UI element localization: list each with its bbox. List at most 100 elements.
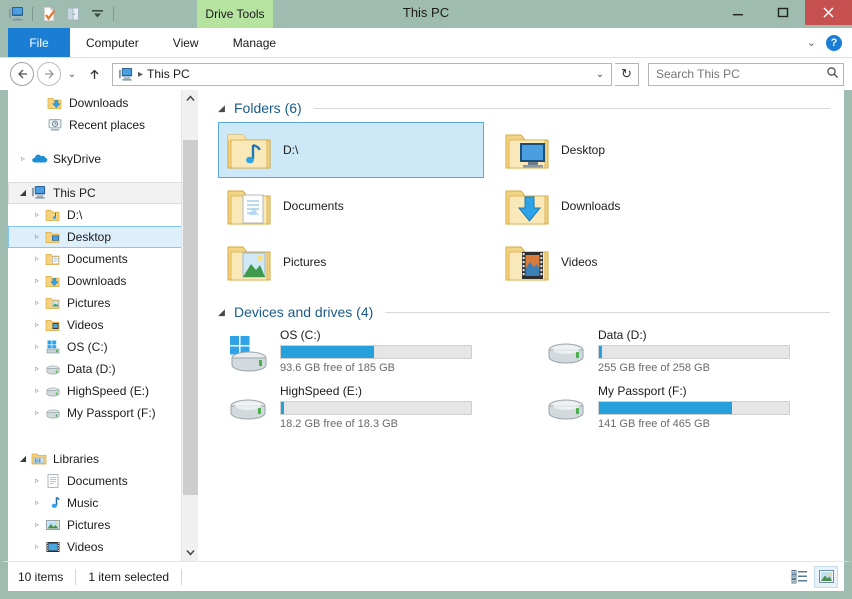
tab-file[interactable]: File <box>8 28 70 57</box>
tab-view[interactable]: View <box>155 28 217 57</box>
libraries-icon <box>31 451 47 467</box>
documents-folder-icon <box>45 251 61 267</box>
customize-qat-icon[interactable] <box>87 4 107 24</box>
tree-expander-icon[interactable]: ▹ <box>29 499 45 507</box>
search-icon[interactable] <box>826 66 839 82</box>
group-header-folders[interactable]: ◢ Folders (6) <box>218 100 844 116</box>
forward-button[interactable] <box>37 62 61 86</box>
tree-expander-icon[interactable]: ▹ <box>29 521 45 529</box>
sidebar-item-os-c[interactable]: ▹ OS (C:) <box>8 336 198 358</box>
tree-expander-icon[interactable]: ▹ <box>29 277 45 285</box>
drive-usage-fill <box>281 402 284 414</box>
folder-tile-d-drive[interactable]: D:\ <box>218 122 484 178</box>
drive-tile-highspeed-e[interactable]: HighSpeed (E:) 18.2 GB free of 18.3 GB <box>218 382 484 434</box>
sidebar-item-highspeed-e[interactable]: ▹ HighSpeed (E:) <box>8 380 198 402</box>
sidebar-scrollbar[interactable] <box>181 90 198 561</box>
sidebar-item-this-pc[interactable]: ◢ This PC <box>8 182 198 204</box>
folder-tile-desktop[interactable]: Desktop <box>496 122 762 178</box>
videos-folder-icon <box>45 317 61 333</box>
quick-access-toolbar <box>0 0 122 28</box>
tree-expander-icon[interactable]: ▹ <box>29 543 45 551</box>
tree-expander-icon[interactable]: ▹ <box>29 233 45 241</box>
help-icon[interactable]: ? <box>826 34 842 51</box>
tree-expander-icon[interactable]: ▹ <box>29 299 45 307</box>
folder-tile-downloads[interactable]: Downloads <box>496 178 762 234</box>
this-pc-icon[interactable] <box>6 4 26 24</box>
details-view-button[interactable] <box>787 566 811 588</box>
scroll-down-arrow-icon[interactable] <box>182 544 198 561</box>
sidebar-item-pictures-library[interactable]: ▹ Pictures <box>8 514 198 536</box>
tree-expander-icon[interactable]: ◢ <box>15 455 31 463</box>
tree-expander-icon[interactable]: ▹ <box>29 365 45 373</box>
sidebar-item-pictures[interactable]: ▹ Pictures <box>8 292 198 314</box>
tab-computer[interactable]: Computer <box>70 28 155 57</box>
sidebar-item-downloads[interactable]: ▹ Downloads <box>8 270 198 292</box>
folder-tile-label: Downloads <box>561 199 621 213</box>
breadcrumb-segment-this-pc[interactable]: This PC <box>147 67 190 81</box>
sidebar-item-label: This PC <box>53 186 96 200</box>
search-input[interactable]: Search This PC <box>648 62 844 86</box>
recent-locations-button[interactable]: ⌄ <box>64 62 80 86</box>
group-header-devices-and-drives[interactable]: ◢ Devices and drives (4) <box>218 304 844 320</box>
tree-expander-icon[interactable]: ▹ <box>29 477 45 485</box>
breadcrumb-separator-icon[interactable]: ▸ <box>138 69 143 80</box>
tree-expander-icon[interactable]: ▹ <box>29 321 45 329</box>
sidebar-item-documents[interactable]: ▹ Documents <box>8 248 198 270</box>
up-button[interactable] <box>83 62 105 86</box>
sidebar-item-recent-places[interactable]: Recent places <box>8 114 198 136</box>
title-bar: Drive Tools This PC <box>0 0 852 28</box>
tree-expander-icon[interactable]: ▹ <box>29 211 45 219</box>
file-list-view[interactable]: ◢ Folders (6) D:\ Desktop Documents Down… <box>198 90 844 561</box>
tab-manage[interactable]: Manage <box>217 28 292 57</box>
sidebar-item-d-drive-folder[interactable]: ▹ D:\ <box>8 204 198 226</box>
sidebar-item-label: Recent places <box>69 118 146 132</box>
chevron-down-icon[interactable]: ⌄ <box>807 36 816 49</box>
new-folder-icon[interactable] <box>63 4 83 24</box>
sidebar-item-music-library[interactable]: ▹ Music <box>8 492 198 514</box>
sidebar-item-libraries[interactable]: ◢ Libraries <box>8 448 198 470</box>
music-library-icon <box>45 495 61 511</box>
breadcrumb[interactable]: ▸ This PC ⌄ <box>112 62 612 86</box>
tree-expander-icon[interactable]: ▹ <box>29 409 45 417</box>
large-icons-view-button[interactable] <box>814 565 838 588</box>
chevron-down-icon[interactable]: ⌄ <box>591 64 609 85</box>
tree-expander-icon[interactable]: ▹ <box>15 155 31 163</box>
tab-file-label: File <box>29 35 49 50</box>
drive-tile-os-c[interactable]: OS (C:) 93.6 GB free of 185 GB <box>218 326 484 378</box>
tree-expander-icon[interactable]: ▹ <box>29 255 45 263</box>
contextual-tab-drive-tools[interactable]: Drive Tools <box>197 0 273 28</box>
maximize-button[interactable] <box>760 0 805 25</box>
sidebar-item-videos-library[interactable]: ▹ Videos <box>8 536 198 558</box>
sidebar-item-videos[interactable]: ▹ Videos <box>8 314 198 336</box>
close-button[interactable] <box>805 0 852 25</box>
folder-tile-pictures[interactable]: Pictures <box>218 234 484 290</box>
properties-icon[interactable] <box>39 4 59 24</box>
sidebar-item-skydrive[interactable]: ▹ SkyDrive <box>8 148 198 170</box>
sidebar-item-documents-library[interactable]: ▹ Documents <box>8 470 198 492</box>
tree-expander-icon[interactable]: ▹ <box>29 387 45 395</box>
collapse-triangle-icon[interactable]: ◢ <box>218 103 228 114</box>
sidebar-item-label: OS (C:) <box>67 340 108 354</box>
contextual-tab-label: Drive Tools <box>205 7 265 21</box>
sidebar-item-label: Documents <box>67 252 128 266</box>
refresh-button[interactable]: ↻ <box>615 62 639 86</box>
drive-tile-data-d[interactable]: Data (D:) 255 GB free of 258 GB <box>536 326 802 378</box>
drive-label: OS (C:) <box>280 328 321 342</box>
tree-expander-icon[interactable]: ◢ <box>15 189 31 197</box>
sidebar-item-my-passport-f[interactable]: ▹ My Passport (F:) <box>8 402 198 424</box>
folder-tile-videos[interactable]: Videos <box>496 234 762 290</box>
sidebar-item-downloads-fav[interactable]: Downloads <box>8 92 198 114</box>
collapse-triangle-icon[interactable]: ◢ <box>218 307 228 318</box>
back-button[interactable] <box>10 62 34 86</box>
tree-group-gap <box>8 170 198 182</box>
minimize-button[interactable] <box>715 0 760 25</box>
drive-icon <box>45 383 61 399</box>
tree-expander-icon[interactable]: ▹ <box>29 343 45 351</box>
drive-icon <box>224 388 272 432</box>
sidebar-item-desktop[interactable]: ▹ Desktop <box>8 226 198 248</box>
sidebar-scrollbar-thumb[interactable] <box>183 140 198 495</box>
sidebar-item-data-d[interactable]: ▹ Data (D:) <box>8 358 198 380</box>
folder-tile-documents[interactable]: Documents <box>218 178 484 234</box>
drive-tile-my-passport-f[interactable]: My Passport (F:) 141 GB free of 465 GB <box>536 382 802 434</box>
scroll-up-arrow-icon[interactable] <box>182 90 198 107</box>
